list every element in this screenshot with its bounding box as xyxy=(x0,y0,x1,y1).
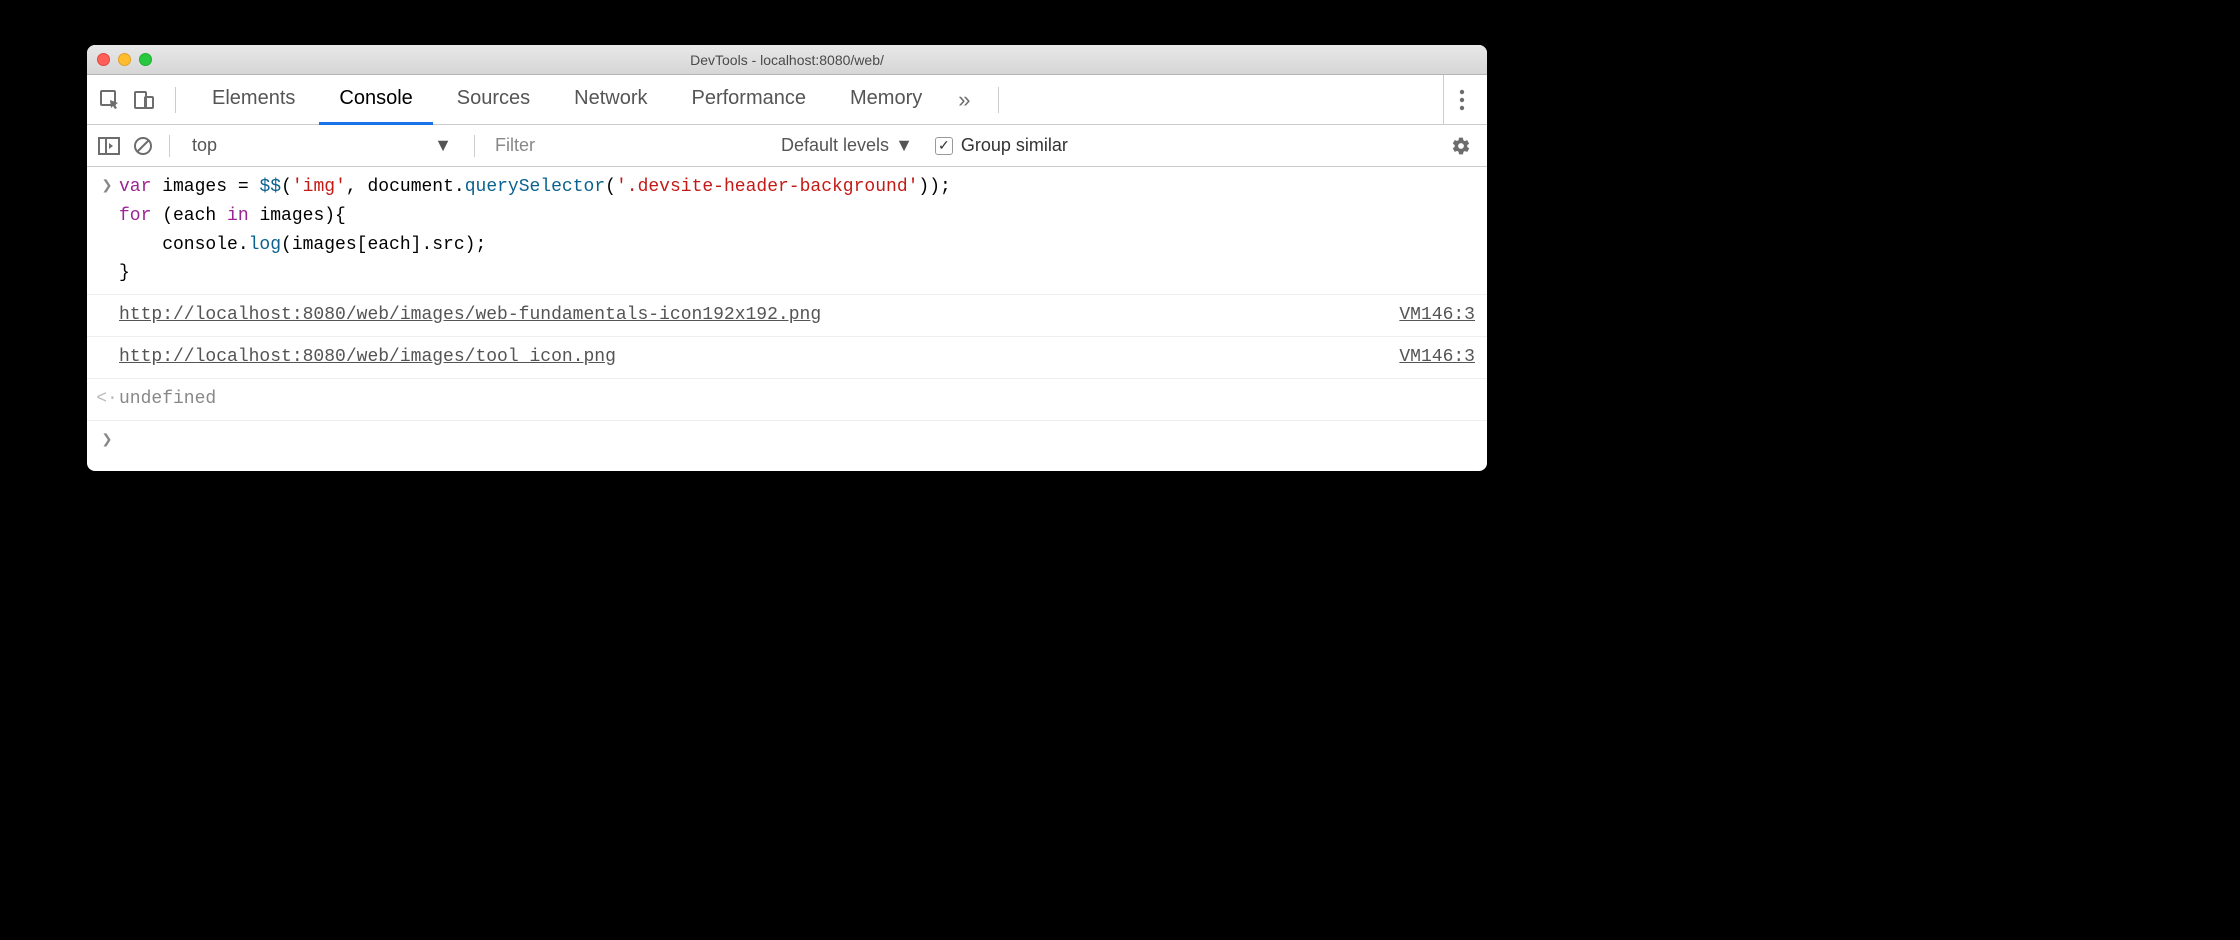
tab-performance[interactable]: Performance xyxy=(672,75,827,125)
clear-console-icon[interactable] xyxy=(129,132,157,160)
execution-context-selector[interactable]: top ▼ xyxy=(182,135,462,156)
group-similar-toggle[interactable]: ✓ Group similar xyxy=(927,135,1076,156)
toggle-sidebar-icon[interactable] xyxy=(95,132,123,160)
dropdown-icon: ▼ xyxy=(434,135,452,156)
log-message-link[interactable]: http://localhost:8080/web/images/web-fun… xyxy=(119,305,821,325)
tab-elements[interactable]: Elements xyxy=(192,75,315,125)
tab-sources[interactable]: Sources xyxy=(437,75,550,125)
console-return-row: <· undefined xyxy=(87,379,1487,421)
device-toolbar-icon[interactable] xyxy=(129,85,159,115)
tab-console[interactable]: Console xyxy=(319,75,432,125)
console-code[interactable]: var images = $$('img', document.querySel… xyxy=(119,173,1475,288)
return-value: undefined xyxy=(119,385,1475,414)
levels-label: Default levels xyxy=(781,135,889,156)
tab-memory[interactable]: Memory xyxy=(830,75,942,125)
dropdown-icon: ▼ xyxy=(895,135,913,156)
separator xyxy=(175,87,176,113)
input-chevron-icon: ❯ xyxy=(95,173,119,288)
console-prompt[interactable]: ❯ xyxy=(87,421,1487,472)
console-log-row: http://localhost:8080/web/images/tool_ic… xyxy=(87,337,1487,379)
log-source-link[interactable]: VM146:3 xyxy=(1387,343,1475,372)
log-levels-selector[interactable]: Default levels ▼ xyxy=(773,135,921,156)
return-chevron-icon: <· xyxy=(95,385,119,414)
titlebar[interactable]: DevTools - localhost:8080/web/ xyxy=(87,45,1487,75)
group-similar-label: Group similar xyxy=(961,135,1068,156)
devtools-tabs: Elements Console Sources Network Perform… xyxy=(87,75,1487,125)
context-label: top xyxy=(192,135,217,156)
separator xyxy=(474,135,475,157)
window-title: DevTools - localhost:8080/web/ xyxy=(87,52,1487,68)
blank-gutter xyxy=(95,301,119,330)
log-source-link[interactable]: VM146:3 xyxy=(1387,301,1475,330)
settings-menu-icon[interactable] xyxy=(1443,75,1479,125)
zoom-window-button[interactable] xyxy=(139,53,152,66)
prompt-input[interactable] xyxy=(119,427,1475,456)
separator xyxy=(169,135,170,157)
blank-gutter xyxy=(95,343,119,372)
checkbox-icon: ✓ xyxy=(935,137,953,155)
tab-network[interactable]: Network xyxy=(554,75,667,125)
close-window-button[interactable] xyxy=(97,53,110,66)
prompt-chevron-icon: ❯ xyxy=(95,427,119,456)
log-message-link[interactable]: http://localhost:8080/web/images/tool_ic… xyxy=(119,347,616,367)
inspect-element-icon[interactable] xyxy=(95,85,125,115)
filter-input[interactable] xyxy=(487,131,767,161)
minimize-window-button[interactable] xyxy=(118,53,131,66)
tabs-overflow-button[interactable]: » xyxy=(946,87,982,113)
window-controls xyxy=(87,53,152,66)
separator xyxy=(998,87,999,113)
console-log-row: http://localhost:8080/web/images/web-fun… xyxy=(87,295,1487,337)
console-input-echo: ❯ var images = $$('img', document.queryS… xyxy=(87,167,1487,295)
console-settings-icon[interactable] xyxy=(1443,136,1479,156)
devtools-window: DevTools - localhost:8080/web/ Elements … xyxy=(87,45,1487,471)
console-toolbar: top ▼ Default levels ▼ ✓ Group similar xyxy=(87,125,1487,167)
console-output: ❯ var images = $$('img', document.queryS… xyxy=(87,167,1487,471)
